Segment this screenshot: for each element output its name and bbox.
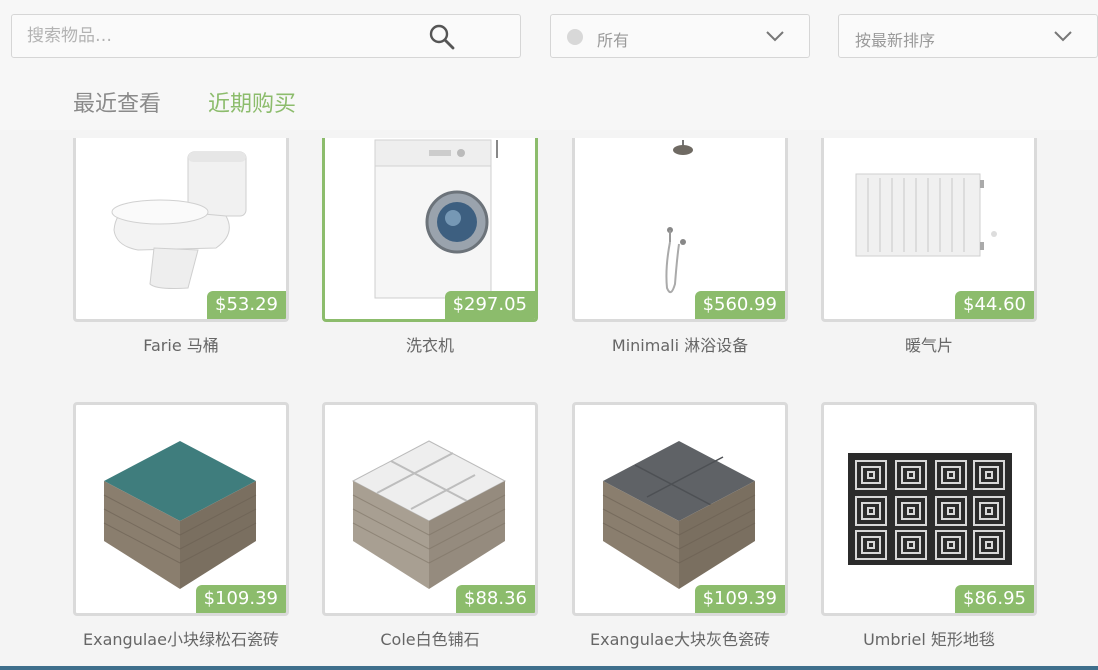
price-badge: $86.95 [955,585,1034,613]
item-card[interactable]: $86.95 Umbriel 矩形地毯 [821,402,1037,650]
category-filter-label: 所有 [597,31,630,50]
grey-tile-icon [602,441,756,589]
chevron-down-icon [766,31,784,42]
tab-bar: 最近查看 近期购买 [0,70,1098,130]
item-grid: $53.29 Farie 马桶 $297.05 洗衣机 $560.99 Mini… [0,130,1098,666]
item-name: Umbriel 矩形地毯 [863,630,995,649]
search-icon[interactable] [428,23,456,51]
sort-dropdown[interactable]: 按最新排序 [838,14,1098,58]
item-name: Farie 马桶 [143,336,219,355]
item-thumbnail[interactable]: $44.60 [821,138,1037,322]
item-card[interactable]: $44.60 暖气片 [821,138,1037,356]
bottom-accent-bar [0,666,1098,670]
item-thumbnail[interactable]: $109.39 [73,402,289,616]
category-color-dot [567,29,583,45]
item-name: Exangulae大块灰色瓷砖 [590,630,770,649]
price-badge: $88.36 [456,585,535,613]
chevron-down-icon [1054,31,1072,42]
category-filter-dropdown[interactable]: 所有 [550,14,810,58]
item-thumbnail[interactable]: $560.99 [572,138,788,322]
turquoise-tile-icon [103,441,257,589]
item-thumbnail[interactable]: $86.95 [821,402,1037,616]
search-input[interactable] [12,15,452,57]
price-badge: $44.60 [955,291,1034,319]
item-card[interactable]: $109.39 Exangulae大块灰色瓷砖 [572,402,788,650]
sort-label: 按最新排序 [855,31,936,50]
tab-recently-bought[interactable]: 近期购买 [208,86,296,118]
item-thumbnail[interactable]: $53.29 [73,138,289,322]
item-card[interactable]: $53.29 Farie 马桶 [73,138,289,356]
white-paver-icon [351,440,507,589]
item-card[interactable]: $88.36 Cole白色铺石 [322,402,538,650]
price-badge: $109.39 [694,585,785,613]
item-thumbnail[interactable]: $88.36 [322,402,538,616]
item-name: Cole白色铺石 [380,630,480,649]
price-badge: $560.99 [694,291,785,319]
search-box[interactable] [11,14,521,58]
item-thumbnail[interactable]: $109.39 [572,402,788,616]
toolbar: 所有 按最新排序 [0,0,1098,70]
item-card[interactable]: $560.99 Minimali 淋浴设备 [572,138,788,356]
item-card[interactable]: $297.05 洗衣机 [322,138,538,356]
tab-recently-viewed[interactable]: 最近查看 [73,86,161,118]
item-name: 暖气片 [904,336,953,355]
item-card[interactable]: $109.39 Exangulae小块绿松石瓷砖 [73,402,289,650]
rug-icon [848,453,1012,565]
item-name: 洗衣机 [405,336,454,355]
item-thumbnail[interactable]: $297.05 [322,138,538,322]
item-name: Minimali 淋浴设备 [611,336,749,355]
price-badge: $297.05 [444,291,535,319]
item-name: Exangulae小块绿松石瓷砖 [83,630,279,649]
price-badge: $109.39 [195,585,286,613]
price-badge: $53.29 [207,291,286,319]
